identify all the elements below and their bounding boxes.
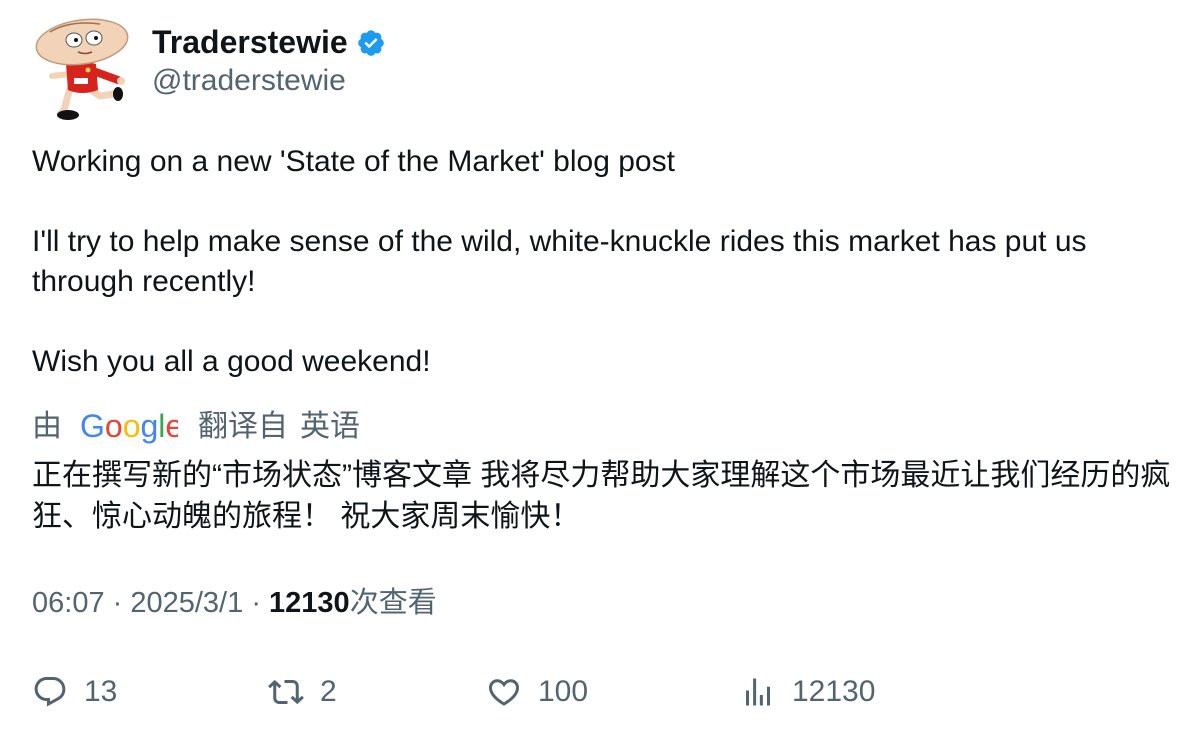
user-handle[interactable]: @traderstewie [152, 62, 346, 100]
views-action-count: 12130 [792, 675, 876, 708]
tweet-time[interactable]: 06:07 [32, 587, 105, 619]
tweet-line: Working on a new 'State of the Market' b… [32, 145, 675, 178]
translated-from-label[interactable]: 翻译自 [198, 406, 288, 448]
reply-count: 13 [84, 675, 118, 708]
verified-badge-icon[interactable] [356, 28, 386, 58]
views-button[interactable]: 12130 [740, 674, 875, 710]
translated-text: 正在撰写新的“市场状态”博客文章 我将尽力帮助大家理解这个市场最近让我们经历的疯… [32, 459, 1171, 533]
tweet-line: I'll try to help make sense of the wild,… [32, 225, 1087, 298]
analytics-icon [746, 678, 770, 706]
user-name-row: Traderstewie [152, 22, 386, 62]
heart-icon [488, 679, 520, 706]
source-language[interactable]: 英语 [300, 406, 360, 448]
user-avatar[interactable] [30, 18, 130, 122]
google-logo: Google [80, 409, 178, 444]
display-name[interactable]: Traderstewie [152, 22, 348, 62]
tweet-meta: 06:07 · 2025/3/1 · 12130次查看 [32, 587, 437, 619]
tweet-text: Working on a new 'State of the Market' b… [32, 142, 1172, 382]
svg-text:Google: Google [80, 409, 178, 444]
translation-attribution: 由 Google 翻译自 英语 [32, 406, 360, 448]
like-button[interactable]: 100 [486, 674, 588, 710]
like-count: 100 [538, 675, 589, 708]
tweet-line: Wish you all a good weekend! [32, 345, 431, 378]
tweet-date[interactable]: 2025/3/1 [130, 587, 243, 619]
retweet-button[interactable]: 2 [268, 674, 337, 710]
stewie-avatar-icon [35, 18, 129, 120]
retweet-count: 2 [320, 675, 337, 708]
translated-by-label: 由 [32, 410, 62, 443]
tweet-actions: 13 2 100 12130 [0, 668, 1196, 718]
reply-button[interactable]: 13 [32, 674, 117, 710]
retweet-icon [268, 679, 304, 705]
views-count: 12130 [269, 587, 350, 619]
views-label: 次查看 [349, 587, 437, 619]
reply-icon [34, 677, 66, 707]
